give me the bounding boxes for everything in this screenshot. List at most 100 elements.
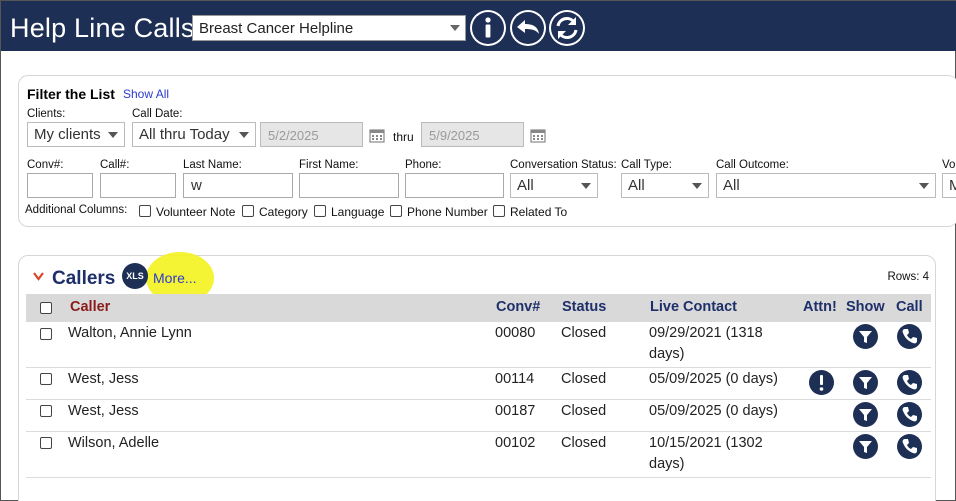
col-status[interactable]: Status [562,299,606,315]
chevron-down-icon [919,183,929,189]
chevron-down-icon [581,183,591,189]
caller-name[interactable]: Wilson, Adelle [68,433,159,454]
language-checkbox[interactable] [314,205,326,217]
vol-select[interactable]: M [942,173,956,198]
row-checkbox[interactable] [40,437,52,449]
row-checkbox[interactable] [40,373,52,385]
call-date-select[interactable]: All thru Today [132,122,256,147]
filter-title: Filter the List [27,86,115,102]
last-name-input[interactable]: w [183,173,293,198]
conv-number: 00080 [495,325,536,341]
table-row[interactable]: Walton, Annie Lynn 00080 Closed 09/29/20… [26,322,931,368]
conversation-status-label: Conversation Status: [510,159,617,171]
xls-export-icon[interactable]: XLS [122,263,148,289]
call-label: Call#: [100,159,130,171]
thru-label: thru [393,130,414,144]
caller-name[interactable]: West, Jess [68,401,139,422]
program-select[interactable]: Breast Cancer Helpline [192,15,466,41]
col-caller[interactable]: Caller [70,299,110,315]
back-icon[interactable] [510,10,546,46]
additional-columns-label: Additional Columns: [25,204,128,216]
attention-icon[interactable] [809,370,834,395]
conv-label: Conv#: [27,159,64,171]
date-to-input[interactable]: 5/9/2025 [421,122,524,147]
call-outcome-label: Call Outcome: [716,159,789,171]
row-checkbox[interactable] [40,405,52,417]
phone-label: Phone: [405,159,442,171]
clients-select-value: My clients [34,126,101,143]
vol-select-value: M [949,177,956,194]
call-type-select[interactable]: All [621,173,709,198]
live-contact-value: 05/09/2025 (0 days) [649,371,778,387]
live-contact-value: 05/09/2025 (0 days) [649,403,778,419]
live-contact-value: 10/15/2021 (1302 [649,435,763,451]
select-all-checkbox[interactable] [40,302,52,314]
conversation-status-value: All [517,177,534,194]
table-row[interactable]: West, Jess 00114 Closed 05/09/2025 (0 da… [26,368,931,400]
category-label: Category [259,205,308,219]
phone-number-checkbox[interactable] [390,205,402,217]
status-value: Closed [561,403,607,419]
call-input[interactable] [100,173,176,198]
call-date-label: Call Date: [132,108,183,120]
col-call: Call [896,299,923,315]
filter-icon[interactable] [853,434,878,459]
phone-icon[interactable] [897,324,922,349]
rows-count: Rows: 4 [887,271,929,283]
collapse-chevron-icon[interactable] [33,272,44,281]
call-type-value: All [628,177,645,194]
phone-icon[interactable] [897,370,922,395]
conv-number: 00187 [495,403,536,419]
app-header: Help Line Calls Breast Cancer Helpline [1,1,956,51]
show-all-link[interactable]: Show All [123,87,169,101]
info-icon[interactable] [470,10,506,46]
chevron-down-icon [692,183,702,189]
table-row[interactable]: Wilson, Adelle 00102 Closed 10/15/2021 (… [26,432,931,478]
live-contact-days: days) [649,456,685,472]
col-conv[interactable]: Conv# [496,299,540,315]
callers-title: Callers [52,268,116,289]
related-to-checkbox[interactable] [493,205,505,217]
call-outcome-value: All [723,177,740,194]
volunteer-note-label: Volunteer Note [156,205,236,219]
caller-name[interactable]: Walton, Annie Lynn [68,323,192,344]
vol-label: Vol [942,159,956,171]
row-checkbox[interactable] [40,328,52,340]
language-label: Language [331,205,385,219]
col-live-contact[interactable]: Live Contact [650,299,737,315]
live-contact-value: 09/29/2021 (1318 [649,325,763,341]
filter-icon[interactable] [853,370,878,395]
refresh-icon[interactable] [549,10,585,46]
first-name-input[interactable] [299,173,399,198]
phone-input[interactable] [405,173,504,198]
conv-input[interactable] [27,173,93,198]
caller-name[interactable]: West, Jess [68,369,139,390]
conv-number: 00114 [495,371,535,387]
col-show: Show [846,299,885,315]
calendar-icon[interactable] [530,127,546,143]
status-value: Closed [561,371,607,387]
chevron-down-icon [450,25,460,31]
filter-icon[interactable] [853,402,878,427]
status-value: Closed [561,325,607,341]
filter-panel: Filter the List Show All Clients: My cli… [18,75,956,227]
callers-panel: Callers XLS More... Rows: 4 Caller Conv#… [18,252,936,501]
filter-icon[interactable] [853,324,878,349]
call-outcome-select[interactable]: All [716,173,936,198]
program-select-value: Breast Cancer Helpline [199,20,354,37]
phone-number-label: Phone Number [407,205,488,219]
clients-select[interactable]: My clients [27,122,125,147]
category-checkbox[interactable] [242,205,254,217]
call-date-select-value: All thru Today [139,126,230,143]
live-contact-days: days) [649,346,685,362]
first-name-label: First Name: [299,159,359,171]
date-from-input[interactable]: 5/2/2025 [260,122,363,147]
conversation-status-select[interactable]: All [510,173,598,198]
phone-icon[interactable] [897,434,922,459]
table-row[interactable]: West, Jess 00187 Closed 05/09/2025 (0 da… [26,400,931,432]
more-link[interactable]: More... [153,270,197,286]
volunteer-note-checkbox[interactable] [139,205,151,217]
chevron-down-icon [239,132,249,138]
calendar-icon[interactable] [369,127,385,143]
phone-icon[interactable] [897,402,922,427]
